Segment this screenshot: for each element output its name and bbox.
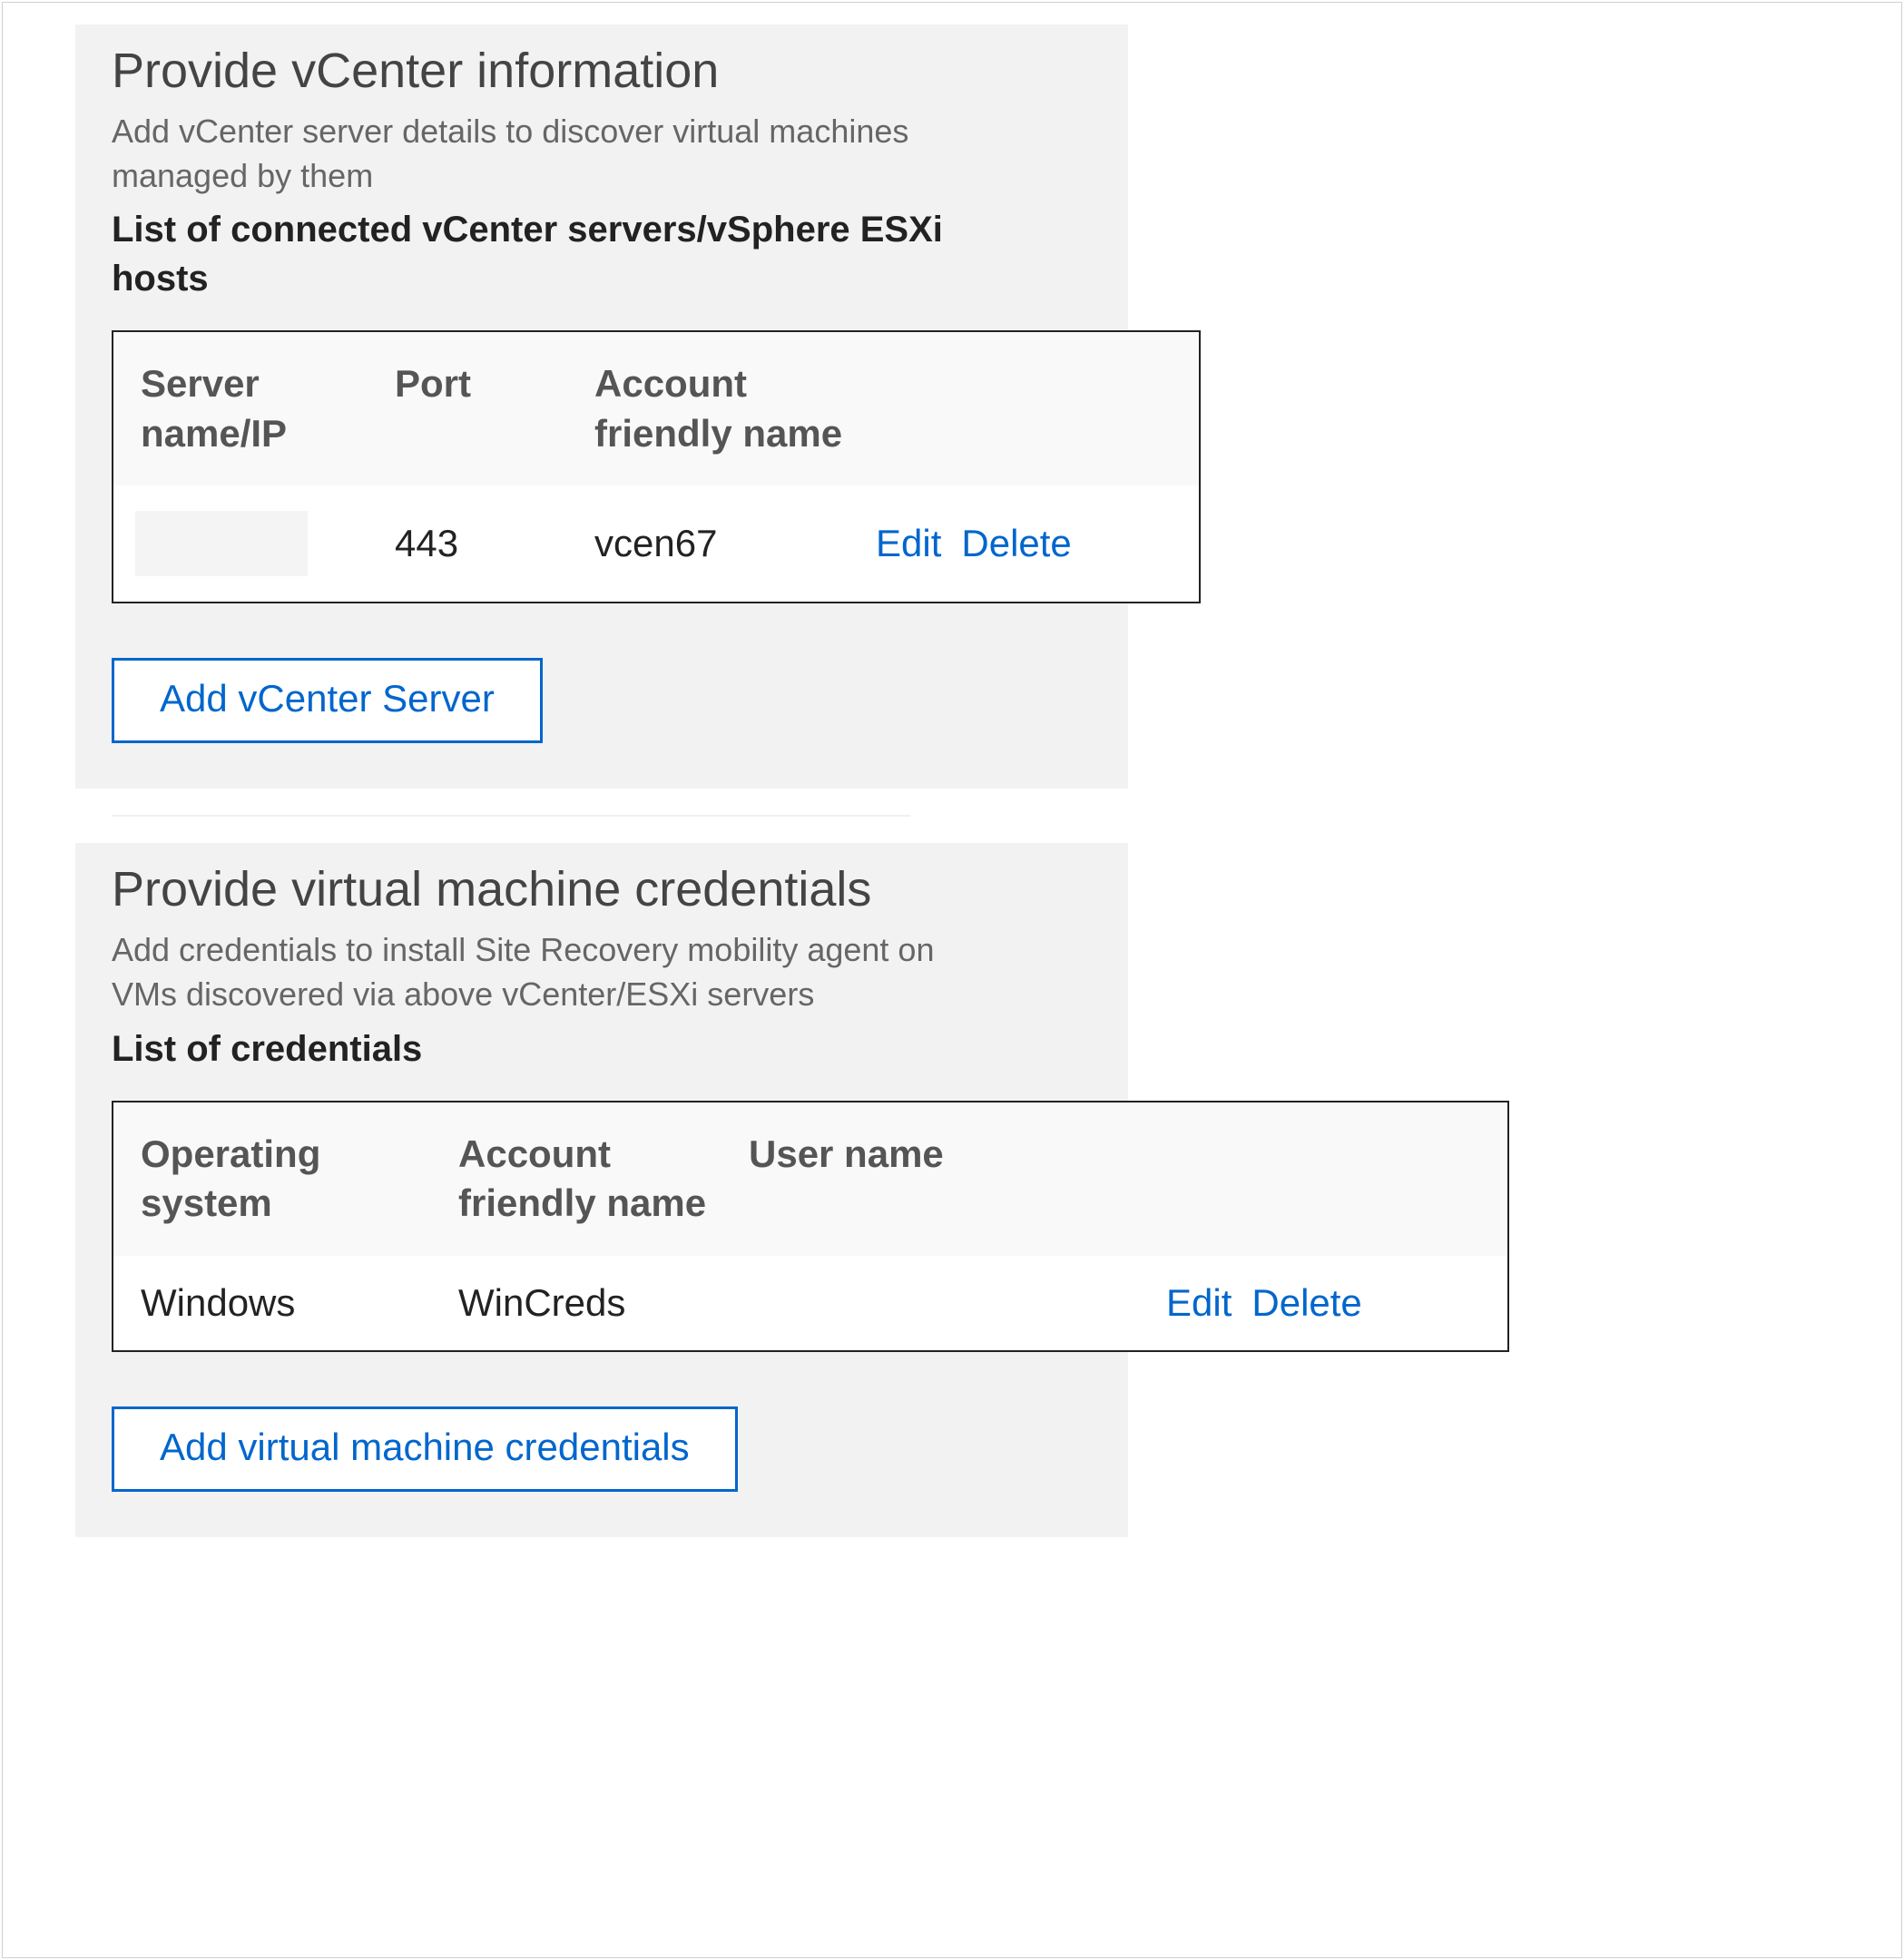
add-vm-credentials-button[interactable]: Add virtual machine credentials <box>112 1406 738 1492</box>
cell-account: vcen67 <box>594 522 876 565</box>
column-header-os: Operating system <box>141 1130 458 1229</box>
vcenter-servers-table: Server name/IP Port Account friendly nam… <box>112 330 1201 603</box>
section-divider <box>75 789 1128 843</box>
column-header-actions <box>876 359 1172 458</box>
vcenter-list-label: List of connected vCenter servers/vSpher… <box>112 205 1001 303</box>
cell-actions: Edit Delete <box>876 522 1172 565</box>
config-page: Provide vCenter information Add vCenter … <box>2 2 1902 1958</box>
cell-actions: Edit Delete <box>1166 1281 1480 1325</box>
column-header-user: User name <box>749 1130 1166 1229</box>
table-header-row: Server name/IP Port Account friendly nam… <box>113 332 1199 485</box>
column-header-server: Server name/IP <box>141 359 395 458</box>
edit-link[interactable]: Edit <box>1166 1281 1232 1325</box>
vm-credentials-panel: Provide virtual machine credentials Add … <box>75 843 1128 1536</box>
add-vcenter-server-button[interactable]: Add vCenter Server <box>112 658 543 743</box>
table-row: 443 vcen67 Edit Delete <box>113 485 1199 602</box>
cell-account: WinCreds <box>458 1281 749 1325</box>
credentials-table: Operating system Account friendly name U… <box>112 1101 1509 1352</box>
delete-link[interactable]: Delete <box>961 522 1071 565</box>
table-row: Windows WinCreds Edit Delete <box>113 1256 1507 1350</box>
vm-credentials-section-description: Add credentials to install Site Recovery… <box>112 928 974 1016</box>
table-header-row: Operating system Account friendly name U… <box>113 1102 1507 1256</box>
divider-line <box>112 815 910 817</box>
redacted-server-value <box>135 511 308 576</box>
vm-credentials-section-title: Provide virtual machine credentials <box>112 861 1092 917</box>
edit-link[interactable]: Edit <box>876 522 941 565</box>
cell-port: 443 <box>395 522 594 565</box>
vcenter-section-title: Provide vCenter information <box>112 43 1092 99</box>
cell-server-name <box>141 511 395 576</box>
column-header-account: Account friendly name <box>594 359 876 458</box>
column-header-account: Account friendly name <box>458 1130 749 1229</box>
column-header-port: Port <box>395 359 594 458</box>
credentials-list-label: List of credentials <box>112 1024 1001 1073</box>
vcenter-info-panel: Provide vCenter information Add vCenter … <box>75 24 1128 789</box>
cell-os: Windows <box>141 1281 458 1325</box>
column-header-actions <box>1166 1130 1480 1229</box>
vcenter-section-description: Add vCenter server details to discover v… <box>112 110 974 198</box>
delete-link[interactable]: Delete <box>1251 1281 1361 1325</box>
